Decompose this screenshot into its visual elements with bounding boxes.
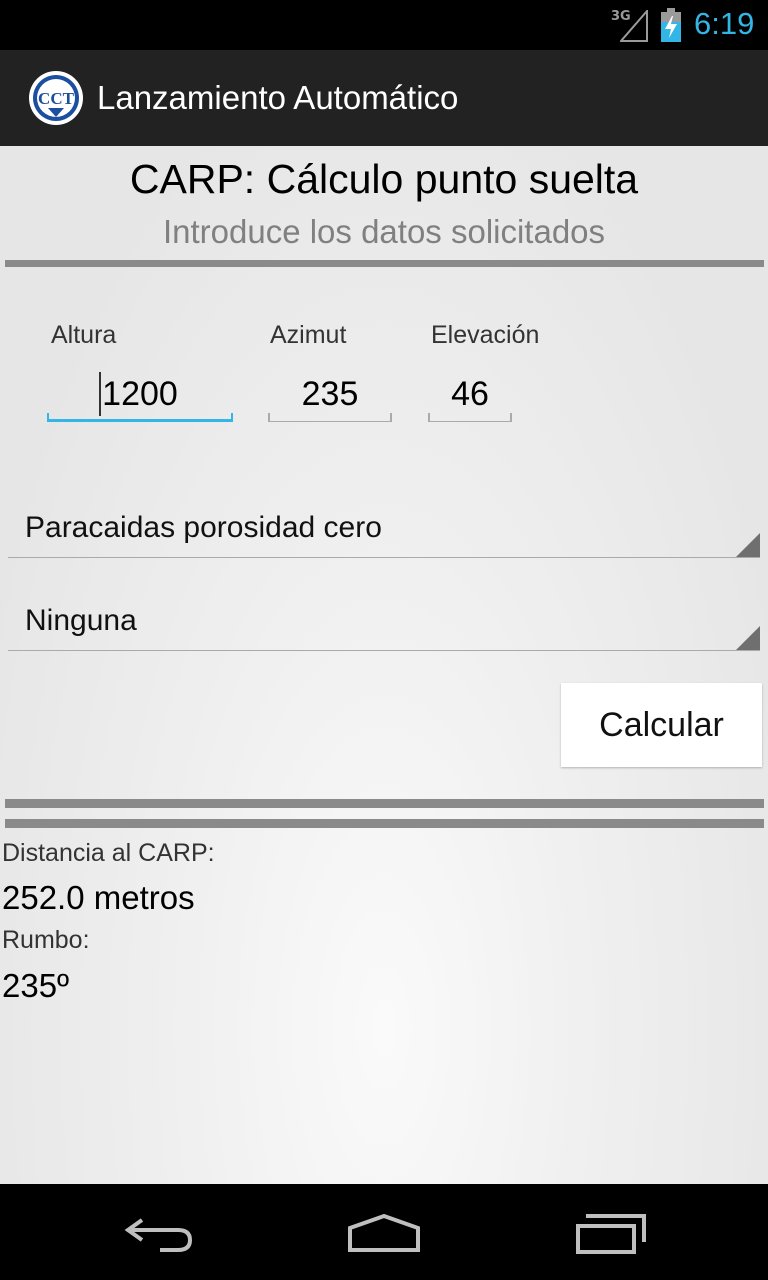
elevacion-input[interactable]: 46 [428, 366, 512, 422]
azimut-underline [268, 413, 392, 422]
battery-charging-icon [661, 8, 681, 42]
option-spinner[interactable]: Ninguna [8, 601, 760, 651]
azimut-input[interactable]: 235 [268, 366, 392, 422]
results-divider-bottom [5, 819, 764, 828]
page-subtitle: Introduce los datos solicitados [162, 213, 606, 250]
page-title: CARP: Cálculo punto suelta [129, 156, 639, 202]
content-area: CARP: Cálculo punto suelta Introduce los… [0, 146, 768, 1184]
status-bar: 3G 6:19 [0, 0, 768, 50]
app-title: Lanzamiento Automático [97, 79, 459, 116]
clock: 6:19 [694, 6, 755, 41]
heading-label: Rumbo: [2, 926, 90, 954]
dropdown-arrow-icon [736, 626, 760, 650]
altura-value: 1200 [102, 375, 178, 413]
distance-label: Distancia al CARP: [2, 839, 215, 867]
home-icon[interactable] [344, 1212, 424, 1256]
azimut-label: Azimut [270, 321, 347, 349]
elevacion-value: 46 [451, 375, 489, 413]
back-icon[interactable] [120, 1212, 200, 1256]
header-divider [5, 260, 764, 267]
dropdown-arrow-icon [736, 533, 760, 557]
distance-value: 252.0 metros [2, 879, 195, 916]
recent-apps-icon[interactable] [572, 1212, 652, 1256]
results-divider-top [5, 799, 764, 808]
altura-input[interactable]: 1200 [47, 366, 233, 422]
action-bar: CCT Lanzamiento Automático [0, 50, 768, 146]
parachute-spinner[interactable]: Paracaidas porosidad cero [8, 508, 760, 558]
calculate-button[interactable]: Calcular [561, 683, 762, 767]
parachute-spinner-value: Paracaidas porosidad cero [25, 511, 382, 544]
elevacion-underline [428, 413, 512, 422]
app-logo-text: CCT [38, 89, 75, 108]
spinner-underline [8, 650, 760, 651]
heading-value: 235º [2, 967, 70, 1004]
navigation-bar [0, 1184, 768, 1280]
altura-label: Altura [51, 321, 117, 349]
app-logo-icon[interactable]: CCT [28, 70, 84, 126]
azimut-value: 235 [301, 375, 359, 413]
option-spinner-value: Ninguna [25, 604, 137, 637]
signal-icon [620, 10, 648, 42]
elevacion-label: Elevación [431, 321, 540, 349]
spinner-underline [8, 557, 760, 558]
altura-underline [47, 413, 233, 422]
